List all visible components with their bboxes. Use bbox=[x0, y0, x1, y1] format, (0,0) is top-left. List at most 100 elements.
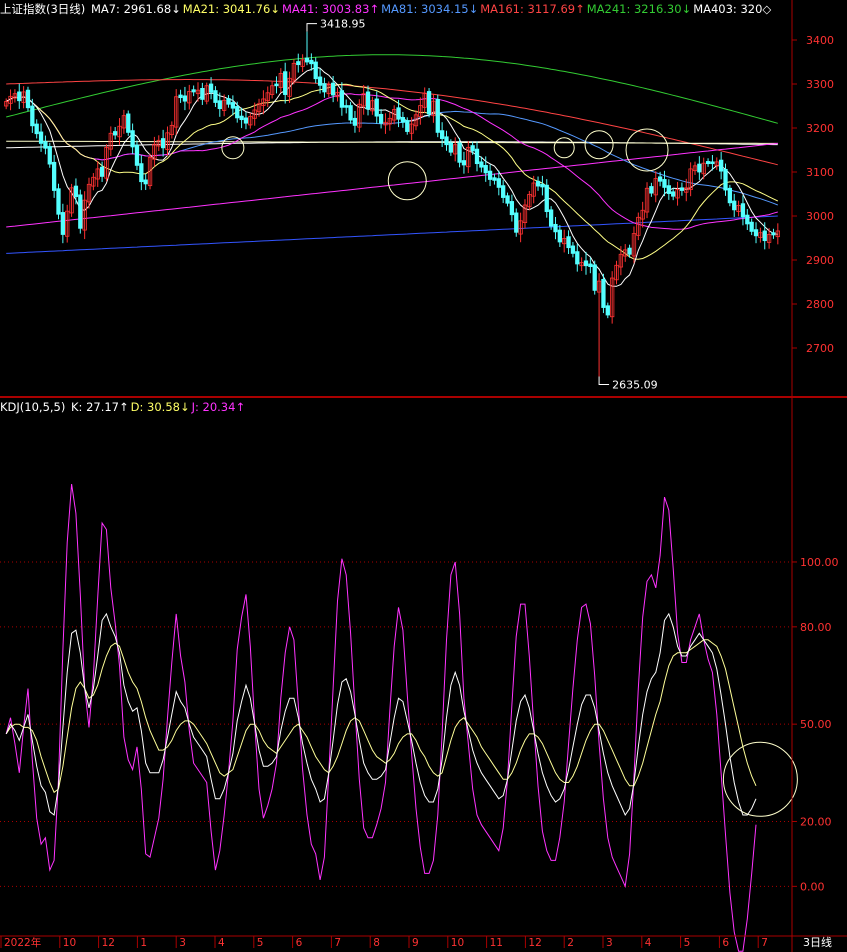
candle-body bbox=[226, 98, 231, 105]
ma-legend: MA7: 2961.68↓ MA21: 3041.76↓ MA41: 3003.83… bbox=[91, 2, 773, 16]
x-tick-label: 4 bbox=[218, 937, 225, 949]
kdj-legend-0: K: 27.17↑ bbox=[71, 400, 129, 414]
candle-body bbox=[322, 83, 327, 93]
candle-body bbox=[470, 145, 475, 152]
candle-body bbox=[43, 141, 48, 149]
price-tick-label: 3400 bbox=[806, 34, 834, 47]
candle-body bbox=[444, 136, 449, 146]
candle-body bbox=[78, 194, 83, 229]
candle-body bbox=[130, 130, 135, 148]
candle-body bbox=[304, 57, 310, 63]
candle-body bbox=[34, 123, 39, 135]
candle-body bbox=[553, 223, 558, 233]
candle-body bbox=[501, 185, 506, 198]
candle-body bbox=[457, 142, 462, 163]
candle-body bbox=[505, 195, 510, 204]
candle-body bbox=[283, 71, 288, 95]
ma-legend-1: MA21: 3041.76↓ bbox=[182, 2, 280, 16]
candle-body bbox=[575, 251, 580, 265]
candle-body bbox=[274, 83, 279, 87]
candle-body bbox=[649, 186, 654, 194]
candle-body bbox=[745, 214, 750, 225]
price-tick-label: 2800 bbox=[806, 298, 834, 311]
candle-body bbox=[439, 130, 445, 139]
candle-body bbox=[762, 230, 767, 242]
candle-body bbox=[705, 161, 711, 165]
x-tick-label: 6 bbox=[296, 937, 303, 949]
x-tick-label: 7 bbox=[761, 937, 768, 949]
candle-body bbox=[60, 212, 65, 235]
candle-body bbox=[435, 99, 440, 133]
candle-body bbox=[771, 232, 776, 236]
candle-body bbox=[657, 176, 663, 182]
candle-body bbox=[697, 163, 702, 173]
candle-body bbox=[178, 94, 183, 99]
candle-body bbox=[339, 90, 345, 108]
kdj-legend: K: 27.17↑ D: 30.58↓ J: 20.34↑ bbox=[71, 400, 247, 414]
x-tick-label: 5 bbox=[684, 937, 691, 949]
x-tick-label: 7 bbox=[334, 937, 341, 949]
candle-body bbox=[727, 187, 733, 204]
candle-body bbox=[662, 179, 667, 188]
x-tick-label: 3 bbox=[179, 937, 186, 949]
ma-legend-4: MA161: 3117.69↑ bbox=[480, 2, 585, 16]
x-tick-label: 1 bbox=[140, 937, 147, 949]
candle-body bbox=[143, 179, 148, 185]
candle-body bbox=[139, 163, 144, 183]
candle-body bbox=[374, 98, 379, 117]
candle-body bbox=[666, 185, 671, 194]
x-tick-label: 2022年 bbox=[4, 936, 41, 949]
candle-body bbox=[492, 177, 497, 181]
price-tick-label: 3300 bbox=[806, 78, 834, 91]
candle-body bbox=[509, 201, 515, 216]
candle-body bbox=[548, 209, 554, 227]
candle-body bbox=[740, 203, 746, 218]
candle-body bbox=[30, 105, 35, 127]
ma-legend-2: MA41: 3003.83↑ bbox=[281, 2, 380, 16]
candle-body bbox=[243, 117, 249, 124]
candle-body bbox=[487, 170, 493, 180]
x-tick-label: 2 bbox=[567, 937, 574, 949]
candle-body bbox=[25, 89, 31, 109]
candle-body bbox=[426, 91, 432, 115]
kdj-tick-label: 20.00 bbox=[800, 815, 832, 828]
candle-body bbox=[239, 115, 244, 121]
kdj-legend-1: D: 30.58↓ bbox=[130, 400, 190, 414]
candle-body bbox=[73, 185, 79, 198]
price-tick-label: 3000 bbox=[806, 210, 834, 223]
candle-body bbox=[99, 166, 105, 177]
candle-body bbox=[352, 117, 358, 126]
x-tick-label: 8 bbox=[373, 937, 380, 949]
candle-body bbox=[47, 146, 52, 165]
candle-body bbox=[723, 168, 728, 191]
candle-body bbox=[627, 247, 632, 255]
candle-body bbox=[396, 107, 401, 120]
price-tick-label: 2900 bbox=[806, 254, 834, 267]
candle-body bbox=[51, 161, 57, 191]
candle-body bbox=[732, 200, 737, 211]
price-header: 上证指数(3日线) MA7: 2961.68↓ MA21: 3041.76↓ MA4… bbox=[0, 1, 775, 17]
candle-body bbox=[56, 188, 61, 215]
extreme-marker-label: 2635.09 bbox=[612, 379, 658, 392]
x-tick-label: 10 bbox=[63, 937, 76, 949]
kdj-legend-2: J: 20.34↑ bbox=[191, 400, 246, 414]
candle-body bbox=[671, 191, 676, 197]
candle-body bbox=[217, 100, 222, 110]
candle-body bbox=[348, 105, 353, 121]
candle-body bbox=[213, 90, 218, 103]
x-tick-label: 3 bbox=[606, 937, 613, 949]
candle-body bbox=[200, 88, 205, 100]
price-tick-label: 3200 bbox=[806, 122, 834, 135]
price-tick-label: 2700 bbox=[806, 342, 834, 355]
candle-body bbox=[309, 59, 314, 65]
x-tick-label: 12 bbox=[102, 937, 115, 949]
candle-body bbox=[317, 76, 323, 86]
candle-body bbox=[331, 82, 336, 96]
x-tick-label: 9 bbox=[412, 937, 419, 949]
candle-body bbox=[605, 305, 610, 316]
extreme-marker-label: 3418.95 bbox=[320, 18, 366, 31]
candle-body bbox=[365, 91, 371, 110]
ma-legend-3: MA81: 3034.15↓ bbox=[381, 2, 479, 16]
kdj-tick-label: 80.00 bbox=[800, 621, 832, 634]
candle-body bbox=[540, 183, 545, 188]
